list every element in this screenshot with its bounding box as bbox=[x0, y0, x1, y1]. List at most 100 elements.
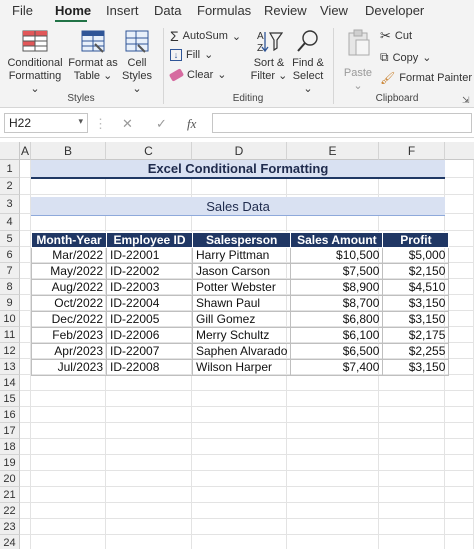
grid-cell[interactable] bbox=[31, 214, 106, 231]
grid-cell[interactable] bbox=[445, 214, 474, 231]
employee-id-cell[interactable]: ID-22003 bbox=[106, 279, 193, 296]
row-header[interactable]: 2 bbox=[0, 178, 20, 195]
grid-cell[interactable] bbox=[31, 471, 106, 487]
fill-button[interactable]: ↓ Fill ⌄ bbox=[170, 48, 213, 61]
grid-cell[interactable] bbox=[379, 535, 445, 549]
chevron-down-icon[interactable]: ▾ bbox=[78, 116, 83, 127]
month-year-cell[interactable]: Aug/2022 bbox=[31, 279, 107, 296]
grid-cell[interactable] bbox=[445, 455, 474, 471]
row-header[interactable]: 1 bbox=[0, 160, 20, 178]
grid-cell[interactable] bbox=[106, 407, 192, 423]
sheet-subtitle[interactable]: Sales Data bbox=[31, 197, 445, 216]
grid-cell[interactable] bbox=[20, 375, 31, 391]
salesperson-cell[interactable]: Gill Gomez bbox=[191, 311, 292, 328]
employee-id-cell[interactable]: ID-22005 bbox=[106, 311, 193, 328]
grid-cell[interactable] bbox=[20, 519, 31, 535]
salesperson-cell[interactable]: Harry Pittman bbox=[191, 247, 292, 264]
row-header[interactable]: 20 bbox=[0, 471, 20, 487]
grid-cell[interactable] bbox=[106, 503, 192, 519]
grid-cell[interactable] bbox=[106, 535, 192, 549]
grid-cell[interactable] bbox=[287, 519, 379, 535]
grid-cell[interactable] bbox=[379, 439, 445, 455]
grid-cell[interactable] bbox=[20, 327, 31, 343]
column-header-g[interactable] bbox=[445, 142, 474, 160]
profit-cell[interactable]: $3,150 bbox=[382, 295, 450, 312]
grid-cell[interactable] bbox=[20, 295, 31, 311]
row-header[interactable]: 19 bbox=[0, 455, 20, 471]
grid-cell[interactable] bbox=[106, 519, 192, 535]
grid-cell[interactable] bbox=[20, 503, 31, 519]
grid-cell[interactable] bbox=[445, 487, 474, 503]
sort-filter-button[interactable]: A Z Sort & Filter ⌄ bbox=[250, 28, 288, 83]
grid-cell[interactable] bbox=[192, 214, 287, 231]
grid-cell[interactable] bbox=[287, 178, 379, 195]
grid-cell[interactable] bbox=[106, 471, 192, 487]
grid-cell[interactable] bbox=[20, 231, 31, 247]
grid-cell[interactable] bbox=[20, 160, 31, 178]
grid-cell[interactable] bbox=[379, 178, 445, 195]
column-header-c[interactable]: C bbox=[106, 142, 192, 160]
grid-cell[interactable] bbox=[20, 311, 31, 327]
grid-cell[interactable] bbox=[287, 503, 379, 519]
select-all-corner[interactable] bbox=[0, 142, 20, 160]
grid-cell[interactable] bbox=[287, 535, 379, 549]
grid-cell[interactable] bbox=[31, 487, 106, 503]
row-header[interactable]: 14 bbox=[0, 375, 20, 391]
grid-cell[interactable] bbox=[192, 375, 287, 391]
name-box[interactable]: H22 ▾ bbox=[4, 113, 88, 133]
grid-cell[interactable] bbox=[445, 439, 474, 455]
grid-cell[interactable] bbox=[31, 535, 106, 549]
grid-cell[interactable] bbox=[445, 178, 474, 195]
grid-cell[interactable] bbox=[106, 391, 192, 407]
grid-cell[interactable] bbox=[31, 423, 106, 439]
tab-formulas[interactable]: Formulas bbox=[197, 3, 251, 18]
grid-cell[interactable] bbox=[379, 214, 445, 231]
grid-cell[interactable] bbox=[445, 391, 474, 407]
grid-cell[interactable] bbox=[192, 439, 287, 455]
grid-cell[interactable] bbox=[379, 487, 445, 503]
row-header[interactable]: 24 bbox=[0, 535, 20, 549]
grid-cell[interactable] bbox=[31, 375, 106, 391]
employee-id-cell[interactable]: ID-22001 bbox=[106, 247, 193, 264]
sales-amount-cell[interactable]: $10,500 bbox=[290, 247, 384, 264]
grid-cell[interactable] bbox=[192, 407, 287, 423]
grid-cell[interactable] bbox=[20, 423, 31, 439]
row-header[interactable]: 8 bbox=[0, 279, 20, 295]
grid-cell[interactable] bbox=[192, 471, 287, 487]
header-profit[interactable]: Profit bbox=[382, 232, 450, 248]
column-header-b[interactable]: B bbox=[31, 142, 106, 160]
grid-cell[interactable] bbox=[445, 375, 474, 391]
grid-cell[interactable] bbox=[20, 407, 31, 423]
row-header[interactable]: 9 bbox=[0, 295, 20, 311]
sales-amount-cell[interactable]: $6,500 bbox=[290, 343, 384, 360]
sales-amount-cell[interactable]: $6,100 bbox=[290, 327, 384, 344]
employee-id-cell[interactable]: ID-22007 bbox=[106, 343, 193, 360]
column-header-f[interactable]: F bbox=[379, 142, 445, 160]
dialog-launcher-icon[interactable]: ⇲ bbox=[462, 95, 470, 106]
profit-cell[interactable]: $5,000 bbox=[382, 247, 450, 264]
grid-cell[interactable] bbox=[379, 391, 445, 407]
grid-cell[interactable] bbox=[20, 455, 31, 471]
grid-cell[interactable] bbox=[106, 455, 192, 471]
row-header[interactable]: 4 bbox=[0, 214, 20, 231]
grid-cell[interactable] bbox=[106, 439, 192, 455]
profit-cell[interactable]: $2,255 bbox=[382, 343, 450, 360]
row-header[interactable]: 16 bbox=[0, 407, 20, 423]
profit-cell[interactable]: $3,150 bbox=[382, 359, 450, 376]
grid-cell[interactable] bbox=[379, 503, 445, 519]
employee-id-cell[interactable]: ID-22006 bbox=[106, 327, 193, 344]
grid-cell[interactable] bbox=[379, 423, 445, 439]
row-header[interactable]: 3 bbox=[0, 195, 20, 214]
row-header[interactable]: 10 bbox=[0, 311, 20, 327]
grid-cell[interactable] bbox=[31, 391, 106, 407]
enter-check-icon[interactable]: ✓ bbox=[156, 116, 167, 132]
grid-cell[interactable] bbox=[379, 375, 445, 391]
grid-cell[interactable] bbox=[287, 471, 379, 487]
paste-button[interactable]: Paste ⌄ bbox=[340, 28, 376, 93]
grid-cell[interactable] bbox=[192, 487, 287, 503]
row-header[interactable]: 12 bbox=[0, 343, 20, 359]
conditional-formatting-button[interactable]: Conditional Formatting ⌄ bbox=[4, 28, 66, 96]
employee-id-cell[interactable]: ID-22008 bbox=[106, 359, 193, 376]
grid-cell[interactable] bbox=[20, 195, 31, 214]
sheet-title[interactable]: Excel Conditional Formatting bbox=[31, 160, 445, 179]
